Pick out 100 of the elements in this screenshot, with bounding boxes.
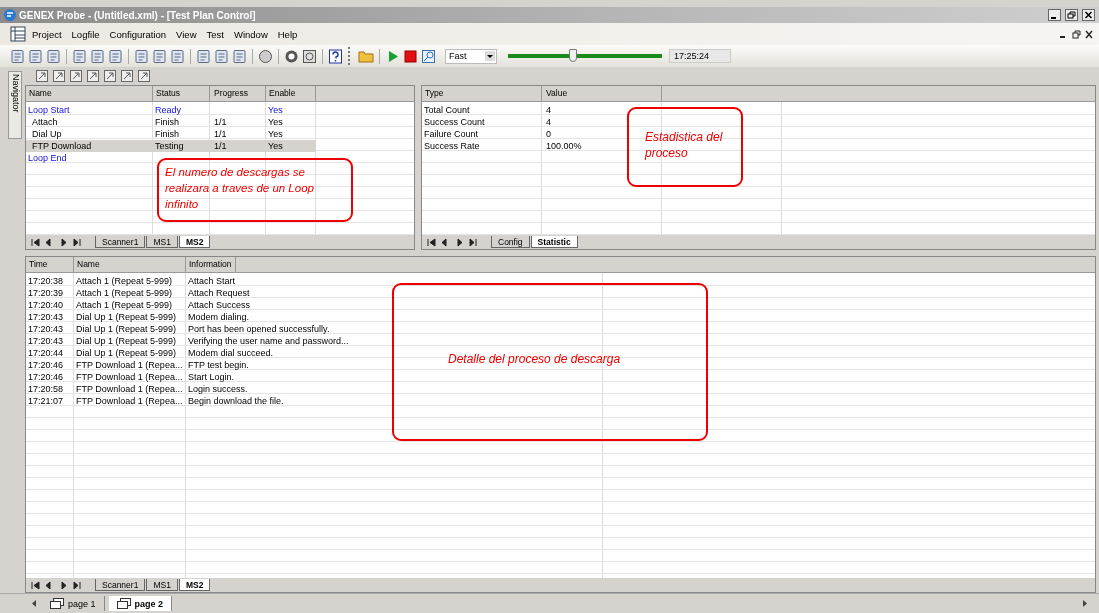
help-icon[interactable]: [328, 48, 343, 64]
scroll-left-icon[interactable]: [30, 599, 38, 608]
table-cell-text: 1/1: [213, 128, 228, 140]
speed-dropdown[interactable]: Fast: [445, 48, 497, 64]
table-cell-text: FTP Download 1 (Repea...: [75, 359, 184, 371]
column-header[interactable]: Value: [542, 86, 662, 101]
table-row[interactable]: Dial Up Finish 1/1 Yes: [26, 128, 414, 140]
circle-icon[interactable]: [258, 48, 273, 64]
table-cell-text: 17:20:40: [27, 299, 65, 311]
table-cell-text: Success Count: [423, 116, 486, 128]
close-icon[interactable]: [1082, 9, 1095, 21]
page-tab[interactable]: page 2: [108, 596, 173, 611]
window-icon: [116, 598, 131, 609]
table-cell-text: 17:21:07: [27, 395, 65, 407]
restore-icon[interactable]: [1065, 9, 1078, 21]
table-row[interactable]: Attach Finish 1/1 Yes: [26, 116, 414, 128]
sheet-tab[interactable]: MS1: [146, 579, 178, 591]
table-cell-text: Dial Up 1 (Repeat 5-999): [75, 347, 178, 359]
navigator-tab[interactable]: Navigator: [8, 71, 22, 139]
table-cell-text: Yes: [267, 104, 284, 116]
table-cell-text: 4: [545, 104, 552, 116]
table-cell-text: Loop Start: [27, 104, 71, 116]
table-cell-text: Begin download the file.: [187, 395, 285, 407]
column-header[interactable]: Information: [186, 257, 236, 272]
app-logo-icon: [4, 9, 16, 21]
sheet-tab[interactable]: MS2: [178, 579, 211, 591]
minimize-icon[interactable]: [1048, 9, 1061, 21]
chart-search-icon[interactable]: [421, 48, 436, 64]
table-cell-text: 17:20:39: [27, 287, 65, 299]
table-cell-text: 17:20:43: [27, 335, 65, 347]
table-cell-text: 1/1: [213, 116, 228, 128]
table-cell-text: 17:20:43: [27, 311, 65, 323]
window-title: GENEX Probe - (Untitled.xml) - [Test Plan Control]: [19, 9, 256, 21]
table-cell-text: Attach: [31, 116, 59, 128]
table-cell-text: 17:20:43: [27, 323, 65, 335]
column-header[interactable]: Type: [422, 86, 542, 101]
menu-item[interactable]: Project: [28, 26, 66, 42]
column-header[interactable]: Name: [26, 86, 153, 101]
column-header[interactable]: Enable: [266, 86, 316, 101]
table-cell-text: 17:20:38: [27, 275, 65, 287]
table-cell-text: FTP test begin.: [187, 359, 250, 371]
table-cell-text: Attach 1 (Repeat 5-999): [75, 287, 174, 299]
table-cell-text: Login success.: [187, 383, 249, 395]
table-cell-text: Yes: [267, 116, 284, 128]
table-cell-text: Attach Request: [187, 287, 251, 299]
sheet-tab[interactable]: Config: [491, 236, 530, 248]
table-cell-text: 17:20:46: [27, 359, 65, 371]
table-cell-text: Yes: [267, 140, 284, 152]
menu-item[interactable]: Configuration: [105, 26, 171, 42]
slider-thumb[interactable]: [568, 49, 577, 62]
sheet-tab[interactable]: Statistic: [530, 236, 578, 248]
table-cell-text: 100.00%: [545, 140, 583, 152]
column-header[interactable]: Time: [26, 257, 74, 272]
annotation-callout: El numero de descargas se realizara a traves de un Loop infinito: [157, 158, 353, 222]
table-cell-text: Yes: [267, 128, 284, 140]
menu-item[interactable]: Window: [229, 26, 272, 42]
mdi-window-controls-icon[interactable]: [1059, 29, 1093, 39]
stop-icon[interactable]: [403, 48, 418, 64]
table-cell-text: Dial Up: [31, 128, 63, 140]
menu-item[interactable]: Logfile: [67, 26, 104, 42]
table-cell-text: Finish: [154, 128, 180, 140]
table-cell-text: Success Rate: [423, 140, 481, 152]
table-cell-text: Port has been opened successfully.: [187, 323, 331, 335]
menu-item[interactable]: View: [172, 26, 201, 42]
table-cell-text: Modem dial succeed.: [187, 347, 275, 359]
scroll-right-icon[interactable]: [1081, 599, 1089, 608]
table-cell-text: Attach 1 (Repeat 5-999): [75, 275, 174, 287]
table-cell-text: Attach Start: [187, 275, 237, 287]
table-cell-text: 4: [545, 116, 552, 128]
table-cell-text: Finish: [154, 116, 180, 128]
table-cell-text: Attach Success: [187, 299, 252, 311]
table-cell-text: 17:20:58: [27, 383, 65, 395]
table-cell-text: FTP Download 1 (Repea...: [75, 383, 184, 395]
table-cell-text: Loop End: [27, 152, 68, 164]
sheet-tab[interactable]: MS2: [178, 236, 211, 248]
table-row[interactable]: Loop Start Ready Yes: [26, 104, 414, 116]
sheet-tab[interactable]: Scanner1: [95, 236, 146, 248]
table-cell-text: Start Login.: [187, 371, 236, 383]
sheet-tab[interactable]: Scanner1: [95, 579, 146, 591]
speed-slider[interactable]: [508, 49, 662, 63]
column-header[interactable]: Status: [153, 86, 210, 101]
table-cell-text: Dial Up 1 (Repeat 5-999): [75, 335, 178, 347]
table-cell-text: Failure Count: [423, 128, 480, 140]
table-cell-text: 17:20:46: [27, 371, 65, 383]
table-cell-text: Ready: [154, 104, 182, 116]
table-cell-text: Testing: [154, 140, 185, 152]
table-cell-text: Dial Up 1 (Repeat 5-999): [75, 323, 178, 335]
table-cell-text: FTP Download 1 (Repea...: [75, 371, 184, 383]
clock-display: 17:25:24: [669, 49, 731, 63]
menu-item[interactable]: Test: [202, 26, 228, 42]
column-header[interactable]: Name: [74, 257, 186, 272]
annotation-callout: Estadistica del proceso: [627, 107, 743, 187]
table-cell-text: Verifying the user name and password...: [187, 335, 350, 347]
menu-item[interactable]: Help: [273, 26, 302, 42]
table-cell-text: 1/1: [213, 140, 228, 152]
table-cell-text: Total Count: [423, 104, 471, 116]
column-header[interactable]: Progress: [210, 86, 266, 101]
annotation-callout: Detalle del proceso de descarga: [392, 283, 708, 441]
table-cell-text: Dial Up 1 (Repeat 5-999): [75, 311, 178, 323]
sheet-tab[interactable]: MS1: [146, 236, 178, 248]
